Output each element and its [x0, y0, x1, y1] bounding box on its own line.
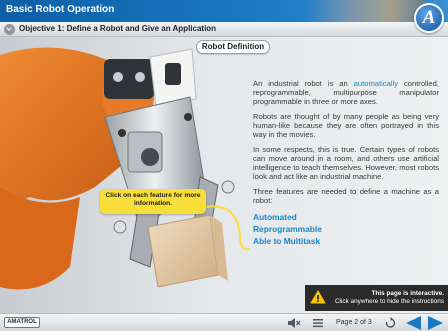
course-title: Basic Robot Operation	[6, 4, 115, 15]
paragraph-types: In some respects, this is true. Certain …	[253, 145, 439, 181]
menu-icon[interactable]	[312, 317, 324, 329]
interactive-notice[interactable]: This page is interactive. Click anywhere…	[305, 285, 448, 311]
paragraph-definition: An industrial robot is an automatically …	[253, 79, 439, 106]
instruction-callout: Click on each feature for more informati…	[100, 189, 206, 214]
paragraph-features-intro: Three features are needed to define a ma…	[253, 187, 439, 205]
footer-bar: AMATROL Page 2 of 3	[0, 313, 448, 331]
app-window: Basic Robot Operation A Objective 1: Def…	[0, 0, 448, 331]
amatrol-logo: AMATROL	[4, 317, 40, 328]
replay-icon[interactable]	[384, 317, 397, 329]
feature-reprogrammable[interactable]: Reprogrammable	[253, 223, 439, 235]
speaker-mute-icon[interactable]	[287, 317, 301, 329]
feature-multitask[interactable]: Able to Multitask	[253, 235, 439, 247]
next-arrow-icon[interactable]	[427, 315, 445, 331]
chevron-down-icon[interactable]	[4, 24, 15, 35]
paragraph-movies: Robots are thought of by many people as …	[253, 112, 439, 139]
header-bar: Basic Robot Operation	[0, 0, 448, 22]
section-title-badge: Robot Definition	[196, 40, 270, 54]
feature-list: Automated Reprogrammable Able to Multita…	[253, 211, 439, 247]
definition-text: An industrial robot is an automatically …	[253, 79, 439, 247]
amatrol-logo-icon: A	[414, 3, 444, 33]
header-banner-image	[306, 0, 426, 22]
objective-title: Objective 1: Define a Robot and Give an …	[19, 24, 217, 33]
objective-bar[interactable]: Objective 1: Define a Robot and Give an …	[0, 22, 448, 37]
feature-automated[interactable]: Automated	[253, 211, 439, 223]
back-arrow-icon[interactable]	[404, 315, 422, 331]
content-area[interactable]: Robot Definition An industrial robot is …	[0, 37, 448, 313]
robot-gripper-image	[0, 47, 250, 290]
warning-icon	[310, 290, 326, 304]
page-indicator: Page 2 of 3	[336, 319, 372, 326]
automatically-link[interactable]: automatically	[354, 79, 398, 88]
